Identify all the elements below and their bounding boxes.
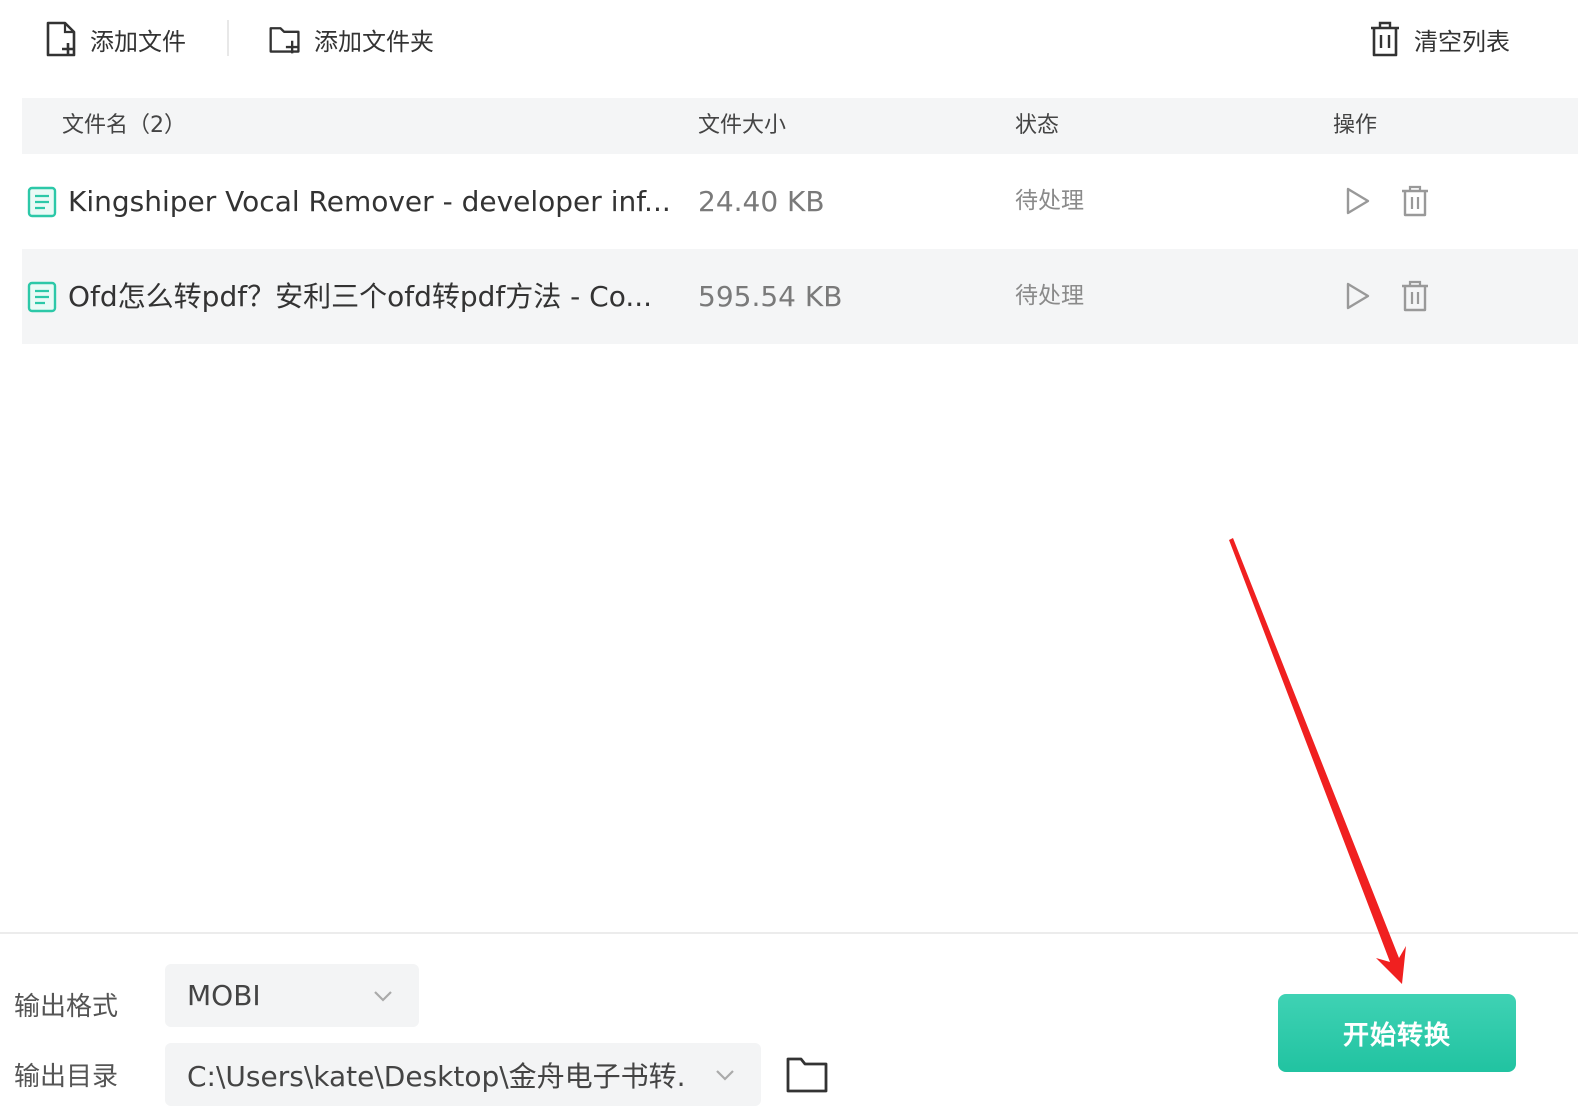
bottom-divider <box>0 932 1578 934</box>
trash-icon[interactable] <box>1400 184 1430 218</box>
trash-icon[interactable] <box>1400 279 1430 313</box>
column-header-status: 状态 <box>1015 113 1060 138</box>
column-header-action: 操作 <box>1333 113 1378 138</box>
add-file-button[interactable]: 添加文件 <box>44 14 186 64</box>
play-icon[interactable] <box>1342 186 1372 216</box>
file-size: 595.54 KB <box>698 280 843 313</box>
toolbar-divider <box>227 20 229 56</box>
table-header: 文件名（2） 文件大小 状态 操作 <box>22 98 1578 154</box>
output-dir-select[interactable]: C:\Users\kate\Desktop\金舟电子书转... <box>165 1043 761 1106</box>
output-format-value: MOBI <box>187 979 261 1012</box>
column-header-name: 文件名（2） <box>62 113 186 138</box>
clear-list-label: 清空列表 <box>1414 27 1510 56</box>
document-icon <box>27 281 57 313</box>
output-dir-label: 输出目录 <box>14 1062 119 1092</box>
document-icon <box>27 186 57 218</box>
chevron-down-icon <box>374 990 392 1002</box>
play-icon[interactable] <box>1342 281 1372 311</box>
add-file-label: 添加文件 <box>90 27 186 56</box>
add-folder-button[interactable]: 添加文件夹 <box>268 14 434 64</box>
output-format-select[interactable]: MOBI <box>165 964 419 1027</box>
trash-icon <box>1371 21 1399 57</box>
chevron-down-icon <box>716 1069 734 1081</box>
add-folder-label: 添加文件夹 <box>314 27 434 56</box>
output-format-label: 输出格式 <box>14 992 119 1022</box>
file-size: 24.40 KB <box>698 185 825 218</box>
folder-icon[interactable] <box>785 1054 829 1094</box>
output-dir-value: C:\Users\kate\Desktop\金舟电子书转... <box>187 1059 685 1093</box>
add-file-icon <box>46 21 76 57</box>
table-row[interactable]: Kingshiper Vocal Remover - developer inf… <box>22 154 1578 249</box>
file-name: Kingshiper Vocal Remover - developer inf… <box>68 185 671 218</box>
clear-list-button[interactable]: 清空列表 <box>1368 14 1510 64</box>
file-status: 待处理 <box>1015 283 1084 309</box>
table-row[interactable]: Ofd怎么转pdf？安利三个ofd转pdf方法 - Co... 595.54 K… <box>22 249 1578 344</box>
file-status: 待处理 <box>1015 188 1084 214</box>
file-name: Ofd怎么转pdf？安利三个ofd转pdf方法 - Co... <box>68 280 653 313</box>
add-folder-icon <box>269 27 300 54</box>
column-header-size: 文件大小 <box>698 113 787 138</box>
start-convert-button[interactable]: 开始转换 <box>1278 994 1516 1072</box>
